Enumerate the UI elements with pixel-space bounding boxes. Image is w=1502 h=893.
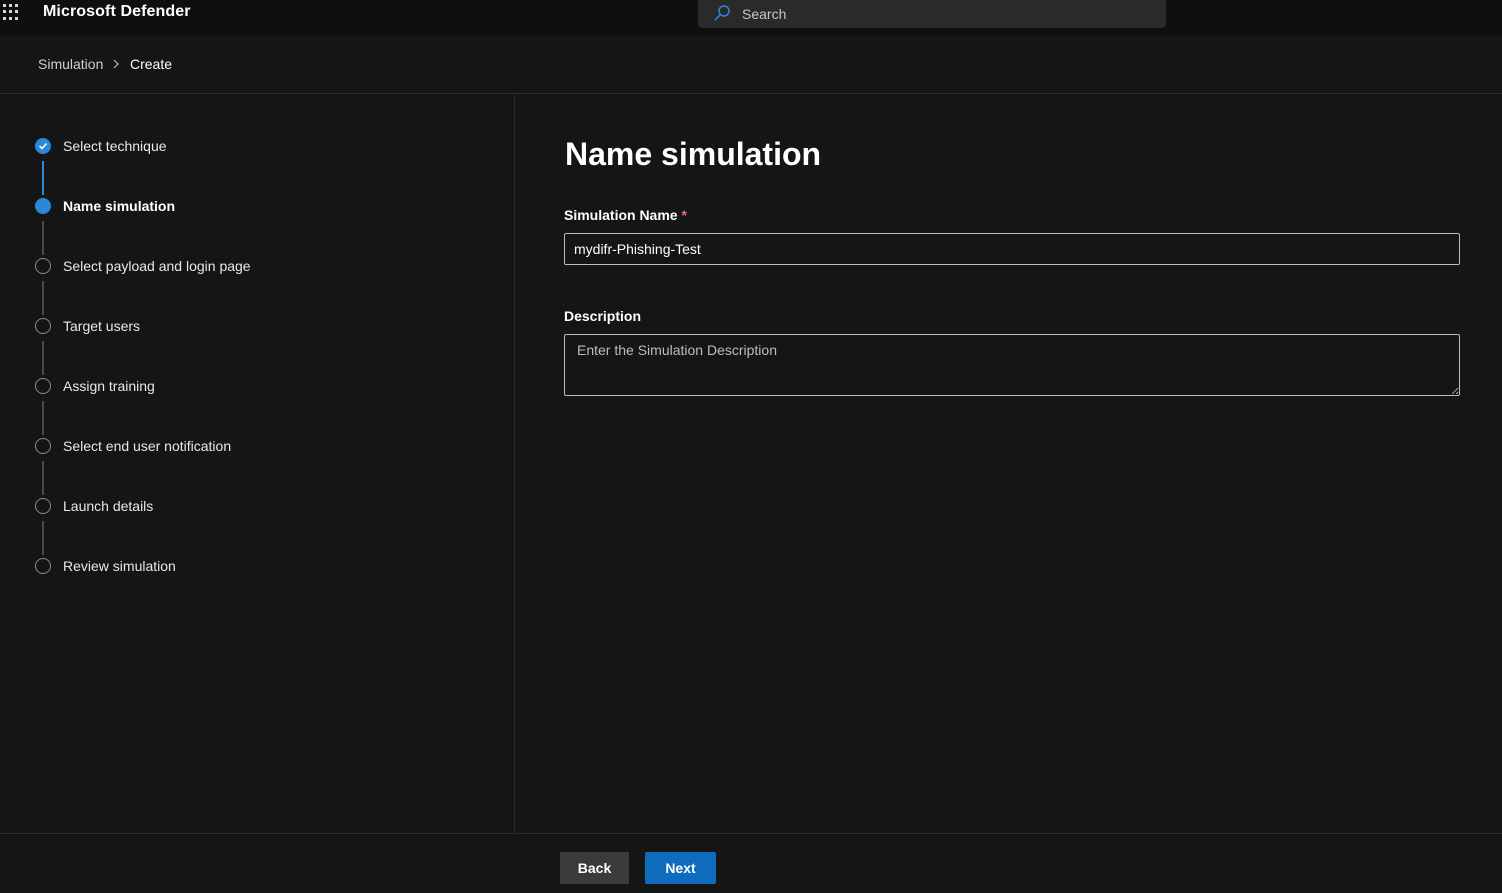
- chevron-right-icon: [113, 59, 119, 69]
- step-label: Name simulation: [63, 198, 176, 214]
- current-step-icon: [35, 198, 51, 214]
- checkmark-icon: [35, 138, 51, 154]
- breadcrumb: Simulation Create: [0, 36, 1502, 94]
- search-icon: [714, 5, 730, 21]
- next-button[interactable]: Next: [645, 852, 716, 884]
- step-label: Target users: [63, 318, 141, 334]
- required-marker: *: [681, 207, 687, 223]
- wizard-steps-panel: Select technique Name simulation Select …: [0, 95, 515, 833]
- search-placeholder: Search: [742, 6, 787, 22]
- pending-step-icon: [35, 318, 51, 334]
- wizard-footer: Back Next: [0, 833, 1502, 893]
- step-connector: [42, 401, 44, 435]
- step-label: Assign training: [63, 378, 155, 394]
- app-launcher-icon[interactable]: [3, 4, 19, 20]
- step-connector: [42, 281, 44, 315]
- description-label: Description: [564, 308, 642, 324]
- step-label: Select end user notification: [63, 438, 232, 454]
- simulation-name-input[interactable]: [564, 233, 1460, 265]
- page-title: Name simulation: [565, 136, 822, 172]
- step-connector: [42, 341, 44, 375]
- step-label: Select payload and login page: [63, 258, 251, 274]
- pending-step-icon: [35, 258, 51, 274]
- description-input[interactable]: [564, 334, 1460, 396]
- simulation-name-label: Simulation Name *: [564, 207, 687, 223]
- breadcrumb-create: Create: [130, 56, 173, 72]
- step-connector: [42, 521, 44, 555]
- step-label: Launch details: [63, 498, 154, 514]
- breadcrumb-simulation[interactable]: Simulation: [38, 56, 103, 72]
- step-connector: [42, 461, 44, 495]
- main-content: Name simulation Simulation Name * Descri…: [516, 95, 1502, 833]
- step-connector: [42, 161, 44, 195]
- pending-step-icon: [35, 378, 51, 394]
- top-bar: Microsoft Defender Search: [0, 0, 1502, 36]
- back-button[interactable]: Back: [560, 852, 629, 884]
- pending-step-icon: [35, 438, 51, 454]
- pending-step-icon: [35, 558, 51, 574]
- step-connector: [42, 221, 44, 255]
- simulation-name-label-text: Simulation Name: [564, 207, 678, 223]
- search-box[interactable]: Search: [698, 0, 1166, 28]
- app-title[interactable]: Microsoft Defender: [43, 3, 191, 21]
- pending-step-icon: [35, 498, 51, 514]
- step-label: Review simulation: [63, 558, 176, 574]
- step-label: Select technique: [63, 138, 167, 154]
